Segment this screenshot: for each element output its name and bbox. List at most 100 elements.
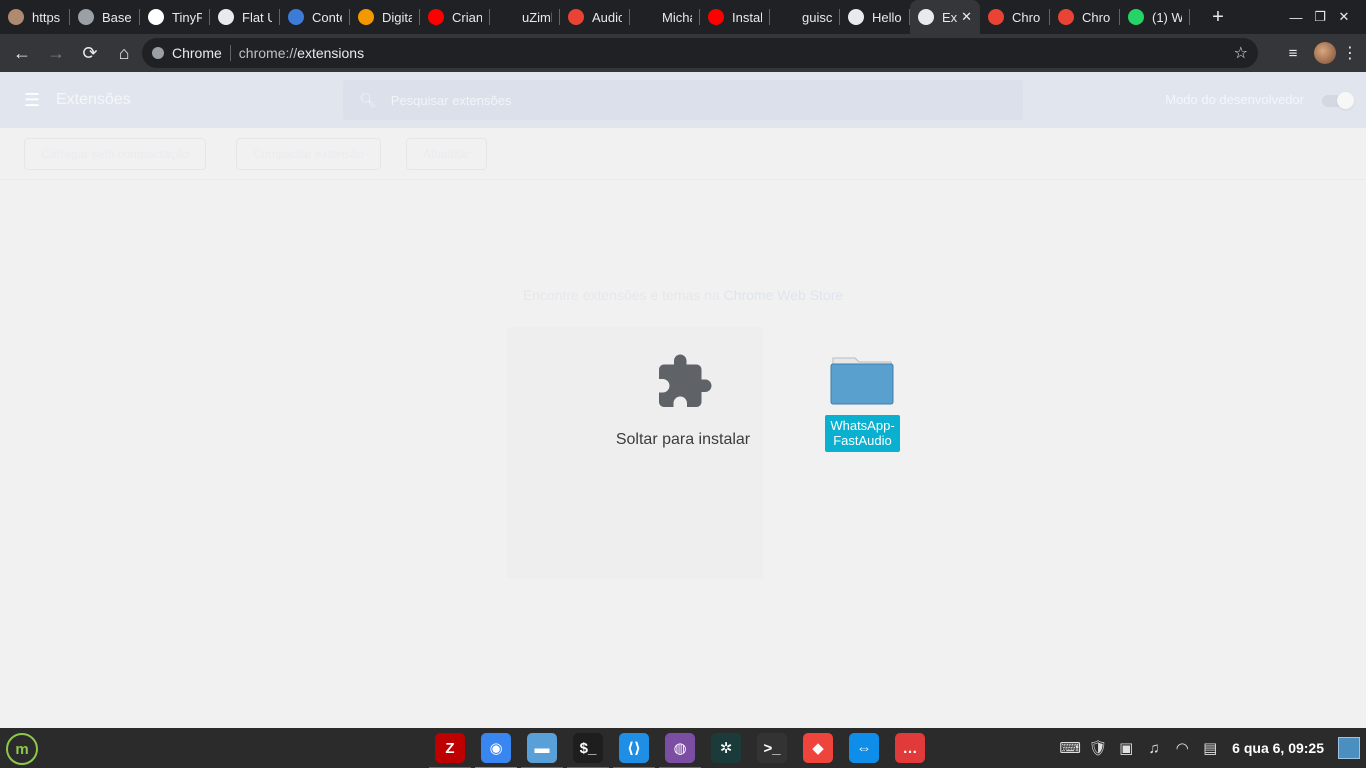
browser-tab[interactable]: guisc xyxy=(770,0,840,34)
close-window-icon[interactable]: ✕ xyxy=(1332,9,1356,25)
dev-mode-label: Modo do desenvolvedor xyxy=(1165,92,1304,107)
gitkraken-app-icon[interactable]: ✲ xyxy=(711,733,741,763)
tab-title: uZiml xyxy=(522,9,552,25)
page-title: Extensões xyxy=(56,91,131,108)
browser-tab[interactable]: TinyP xyxy=(140,0,210,34)
browser-tab[interactable]: Chro xyxy=(1050,0,1120,34)
store-message: Encontre extensões e temas na Chrome Web… xyxy=(0,287,1366,303)
tab-title: Instal xyxy=(732,9,762,25)
wifi-icon[interactable]: ◠ xyxy=(1168,739,1196,757)
store-text: Encontre extensões e temas na xyxy=(522,287,720,303)
globe-icon xyxy=(218,9,234,25)
browser-tab[interactable]: Ex ✕ xyxy=(910,0,980,34)
tab-strip: https Baser TinyP Flat U Conte Digita Crian uZi… xyxy=(0,0,1366,34)
home-button[interactable]: ⌂ xyxy=(108,37,140,69)
taskbar: m Z ◉ ▬ $_ ⟨⟩ ◍ ✲ >_ ◆ ⇔ … ⌨ 🛡︎ ▣ ♫ ◠ ▤ 6 qua 6, 0… xyxy=(0,728,1366,768)
clock[interactable]: 6 qua 6, 09:25 xyxy=(1232,740,1324,756)
minimize-icon[interactable]: — xyxy=(1284,10,1308,25)
browser-tab[interactable]: Conte xyxy=(280,0,350,34)
teamviewer-app-icon[interactable]: ⇔ xyxy=(849,733,879,763)
music-icon[interactable]: ♫ xyxy=(1140,740,1168,757)
battery-icon[interactable]: ▤ xyxy=(1196,739,1224,757)
browser-tab[interactable]: Digita xyxy=(350,0,420,34)
tab-title: Audic xyxy=(592,9,622,25)
site-chip: Chrome xyxy=(172,45,222,61)
toggle-knob xyxy=(1337,92,1354,109)
update-button[interactable]: Atualizar xyxy=(406,138,487,170)
keyboard-icon[interactable]: ⌨ xyxy=(1056,739,1084,757)
tab-title: Micha xyxy=(662,9,692,25)
browser-tab[interactable]: Micha xyxy=(630,0,700,34)
bookmark-star-icon[interactable]: ☆ xyxy=(1234,43,1248,63)
files-app-icon[interactable]: ▬ xyxy=(521,733,563,768)
terminal-2-app-icon[interactable]: >_ xyxy=(757,733,787,763)
browser-tab[interactable]: Hello xyxy=(840,0,910,34)
blank-icon xyxy=(638,9,654,25)
browser-tab[interactable]: Baser xyxy=(70,0,140,34)
folder-icon[interactable] xyxy=(830,354,894,406)
tab-title: Crian xyxy=(452,9,482,25)
digital-icon xyxy=(358,9,374,25)
load-unpacked-button[interactable]: Carregar sem compactação xyxy=(24,138,207,170)
youtube-icon xyxy=(708,9,724,25)
filezilla-app-icon[interactable]: Z xyxy=(429,733,471,768)
anydesk-app-icon[interactable]: ◆ xyxy=(803,733,833,763)
terminal-app-icon[interactable]: $_ xyxy=(567,733,609,768)
browser-tab[interactable]: Crian xyxy=(420,0,490,34)
github-desktop-app-icon[interactable]: ◍ xyxy=(659,733,701,768)
start-menu-icon[interactable]: m xyxy=(6,733,38,765)
tab-title: Chro xyxy=(1012,9,1041,25)
extensions-header: ☰ Extensões 🔍︎ Pesquisar extensões Modo … xyxy=(0,72,1366,128)
reload-button[interactable]: ⟳ xyxy=(74,37,106,69)
clipboard-icon[interactable]: ▣ xyxy=(1112,739,1140,757)
chat-app-icon[interactable]: … xyxy=(895,733,925,763)
browser-tab[interactable]: uZiml xyxy=(490,0,560,34)
back-button[interactable]: ← xyxy=(6,37,38,69)
more-menu-icon[interactable]: ⋮ xyxy=(1342,43,1358,63)
window-controls: — ❐ ✕ xyxy=(1284,0,1366,34)
system-tray: ⌨ 🛡︎ ▣ ♫ ◠ ▤ 6 qua 6, 09:25 xyxy=(1056,728,1366,768)
puzzle-icon xyxy=(918,9,934,25)
pack-extension-button[interactable]: Compactar extensão xyxy=(236,138,381,170)
browser-tab[interactable]: https xyxy=(0,0,70,34)
chrome-app-icon[interactable]: ◉ xyxy=(475,733,517,768)
profile-avatar[interactable] xyxy=(1314,42,1336,64)
chrome-web-store-link[interactable]: Chrome Web Store xyxy=(724,287,844,303)
drop-zone[interactable] xyxy=(507,327,763,579)
github-icon xyxy=(848,9,864,25)
chrome-icon xyxy=(152,47,164,59)
search-field[interactable]: 🔍︎ Pesquisar extensões xyxy=(343,80,1023,120)
maximize-icon[interactable]: ❐ xyxy=(1308,9,1332,25)
tab-title: guisc xyxy=(802,9,832,25)
browser-tab[interactable]: (1) W xyxy=(1120,0,1190,34)
panda-icon xyxy=(148,9,164,25)
tab-title: TinyP xyxy=(172,9,202,25)
dragged-folder-name: WhatsApp- FastAudio xyxy=(825,415,900,452)
tab-title: Hello xyxy=(872,9,902,25)
dev-mode-toggle[interactable] xyxy=(1322,92,1354,109)
browser-tab[interactable]: Instal xyxy=(700,0,770,34)
image-icon xyxy=(78,9,94,25)
browser-tab[interactable]: Audic xyxy=(560,0,630,34)
tab-title: https xyxy=(32,9,61,25)
vscode-app-icon[interactable]: ⟨⟩ xyxy=(613,733,655,768)
omnibox-separator xyxy=(229,45,231,61)
tab-title: (1) W xyxy=(1152,9,1182,25)
chrome-store-icon xyxy=(1058,9,1074,25)
address-bar[interactable]: Chrome chrome://extensions ☆ xyxy=(142,38,1258,68)
folder-name-line-1: WhatsApp- xyxy=(830,418,895,433)
new-tab-button[interactable]: + xyxy=(1206,6,1230,29)
github-avatar-icon xyxy=(8,9,24,25)
media-playlist-icon[interactable]: ≡ xyxy=(1278,45,1308,62)
shield-icon[interactable]: 🛡︎ xyxy=(1084,739,1112,757)
browser-tab[interactable]: Chro xyxy=(980,0,1050,34)
toolbar-right: ≡ ⋮ xyxy=(1278,38,1358,68)
tab-title: Digita xyxy=(382,9,412,25)
hamburger-menu-icon[interactable]: ☰ xyxy=(24,90,40,111)
forward-button[interactable]: → xyxy=(40,37,72,69)
browser-tab[interactable]: Flat U xyxy=(210,0,280,34)
drop-to-install-label: Soltar para instalar xyxy=(615,431,751,448)
whatsapp-icon xyxy=(1128,9,1144,25)
close-tab-icon[interactable]: ✕ xyxy=(961,9,972,25)
show-desktop-button[interactable] xyxy=(1338,737,1360,759)
